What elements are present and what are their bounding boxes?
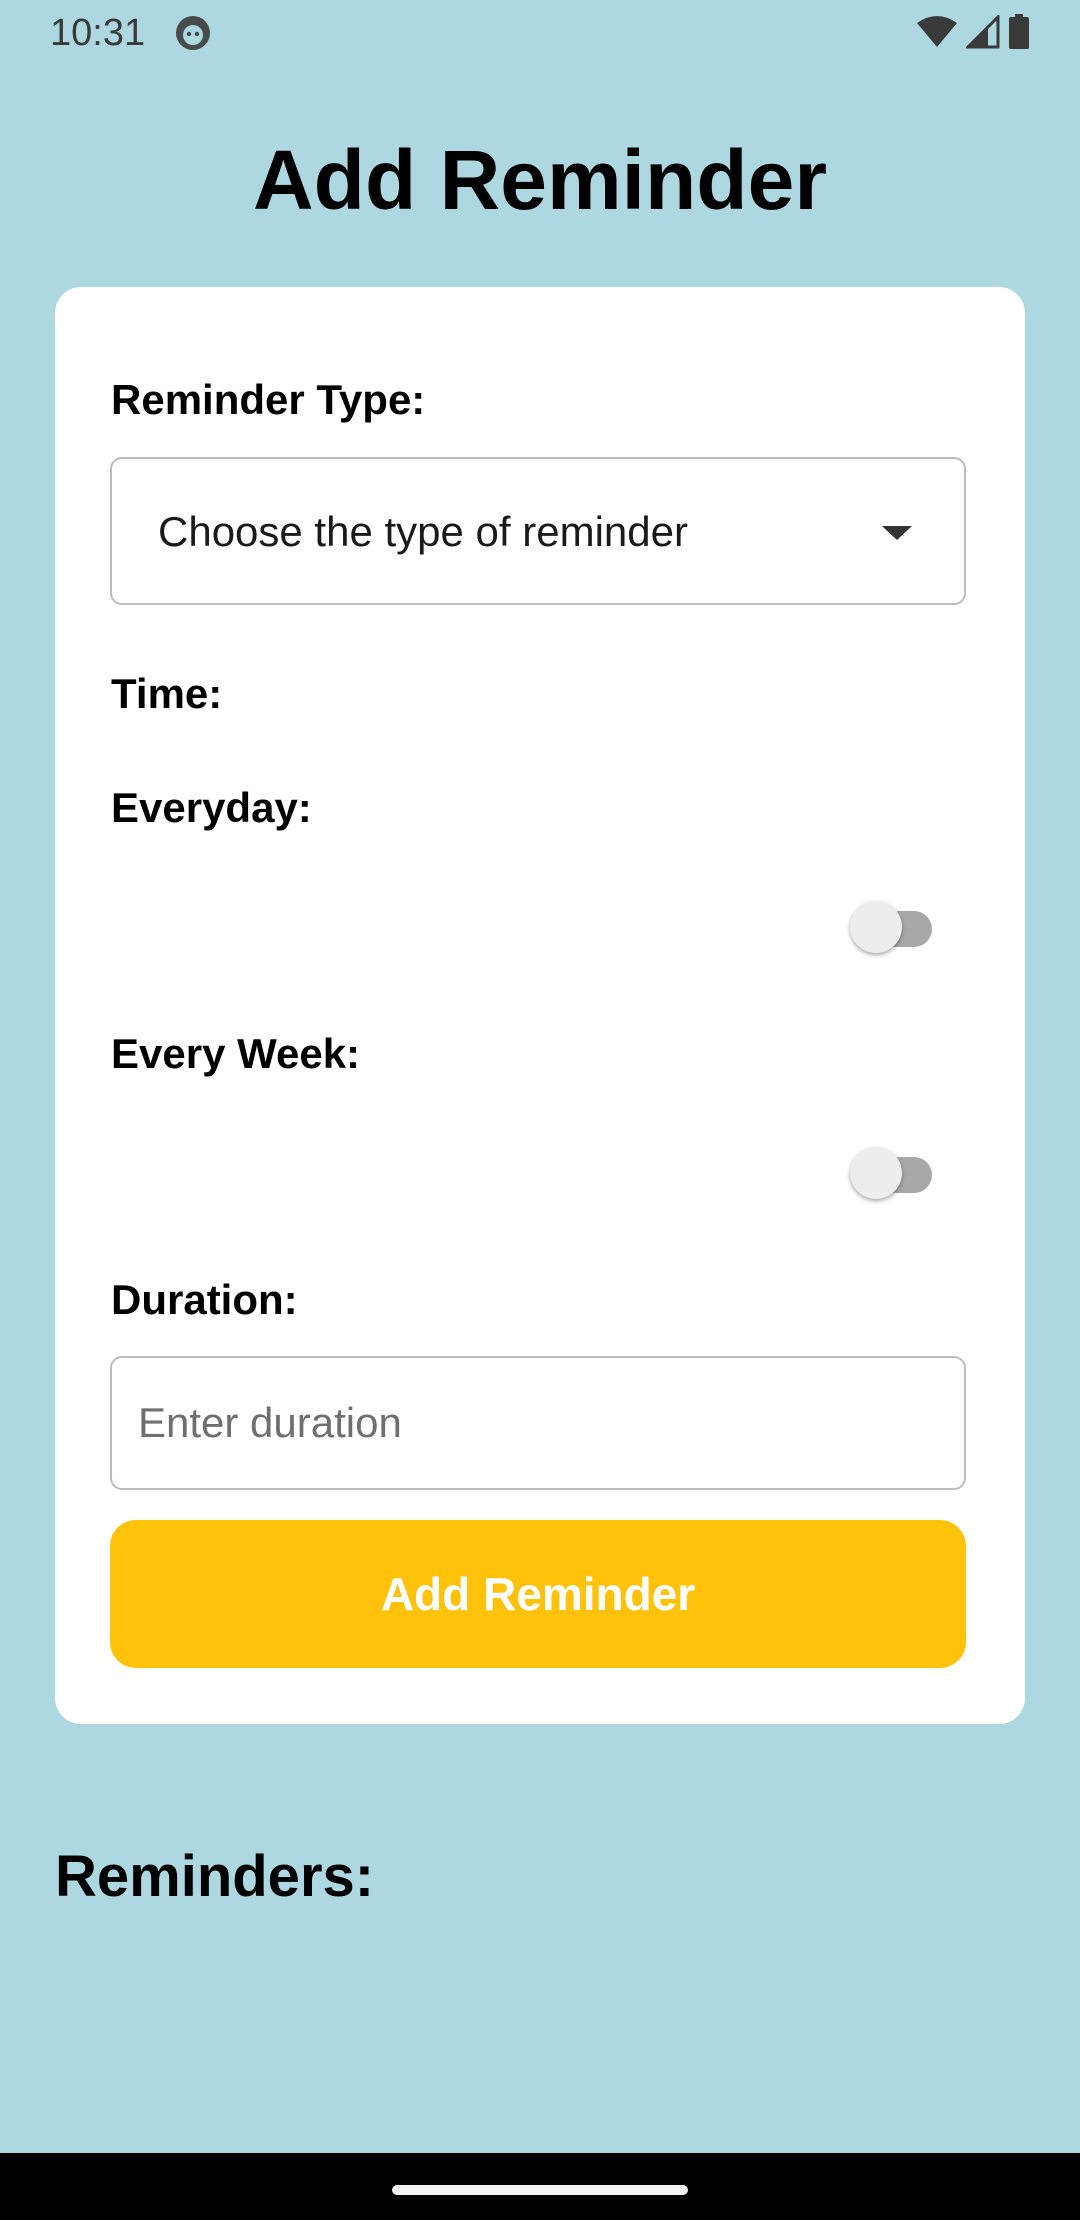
cell-signal-icon — [964, 12, 1000, 54]
duration-label: Duration: — [111, 1276, 298, 1323]
every-week-toggle-thumb — [850, 1147, 902, 1199]
every-week-toggle[interactable] — [850, 1145, 946, 1205]
everyday-label: Everyday: — [111, 784, 312, 831]
add-reminder-card: Reminder Type: Choose the type of remind… — [55, 287, 1025, 1724]
time-label: Time: — [111, 670, 223, 717]
reminders-title: Reminders: — [55, 1844, 375, 1909]
add-reminder-button[interactable]: Add Reminder — [110, 1520, 966, 1668]
every-week-label: Every Week: — [111, 1030, 361, 1077]
everyday-toggle-thumb — [850, 901, 902, 953]
status-icons — [916, 12, 1030, 55]
reminder-type-dropdown[interactable]: Choose the type of reminder — [110, 457, 966, 605]
android-face-icon — [174, 14, 212, 52]
status-time: 10:31 — [50, 12, 146, 54]
everyday-toggle[interactable] — [850, 899, 946, 959]
navigation-bar — [0, 2153, 1080, 2220]
dropdown-arrow-icon — [882, 526, 912, 540]
page-title: Add Reminder — [252, 133, 828, 227]
battery-icon — [1008, 13, 1030, 55]
duration-input[interactable] — [110, 1356, 966, 1490]
reminder-type-label: Reminder Type: — [111, 376, 426, 423]
status-bar: 10:31 — [0, 0, 1080, 66]
wifi-icon — [916, 15, 958, 54]
home-handle[interactable] — [392, 2185, 688, 2195]
reminder-type-selected: Choose the type of reminder — [158, 508, 688, 555]
